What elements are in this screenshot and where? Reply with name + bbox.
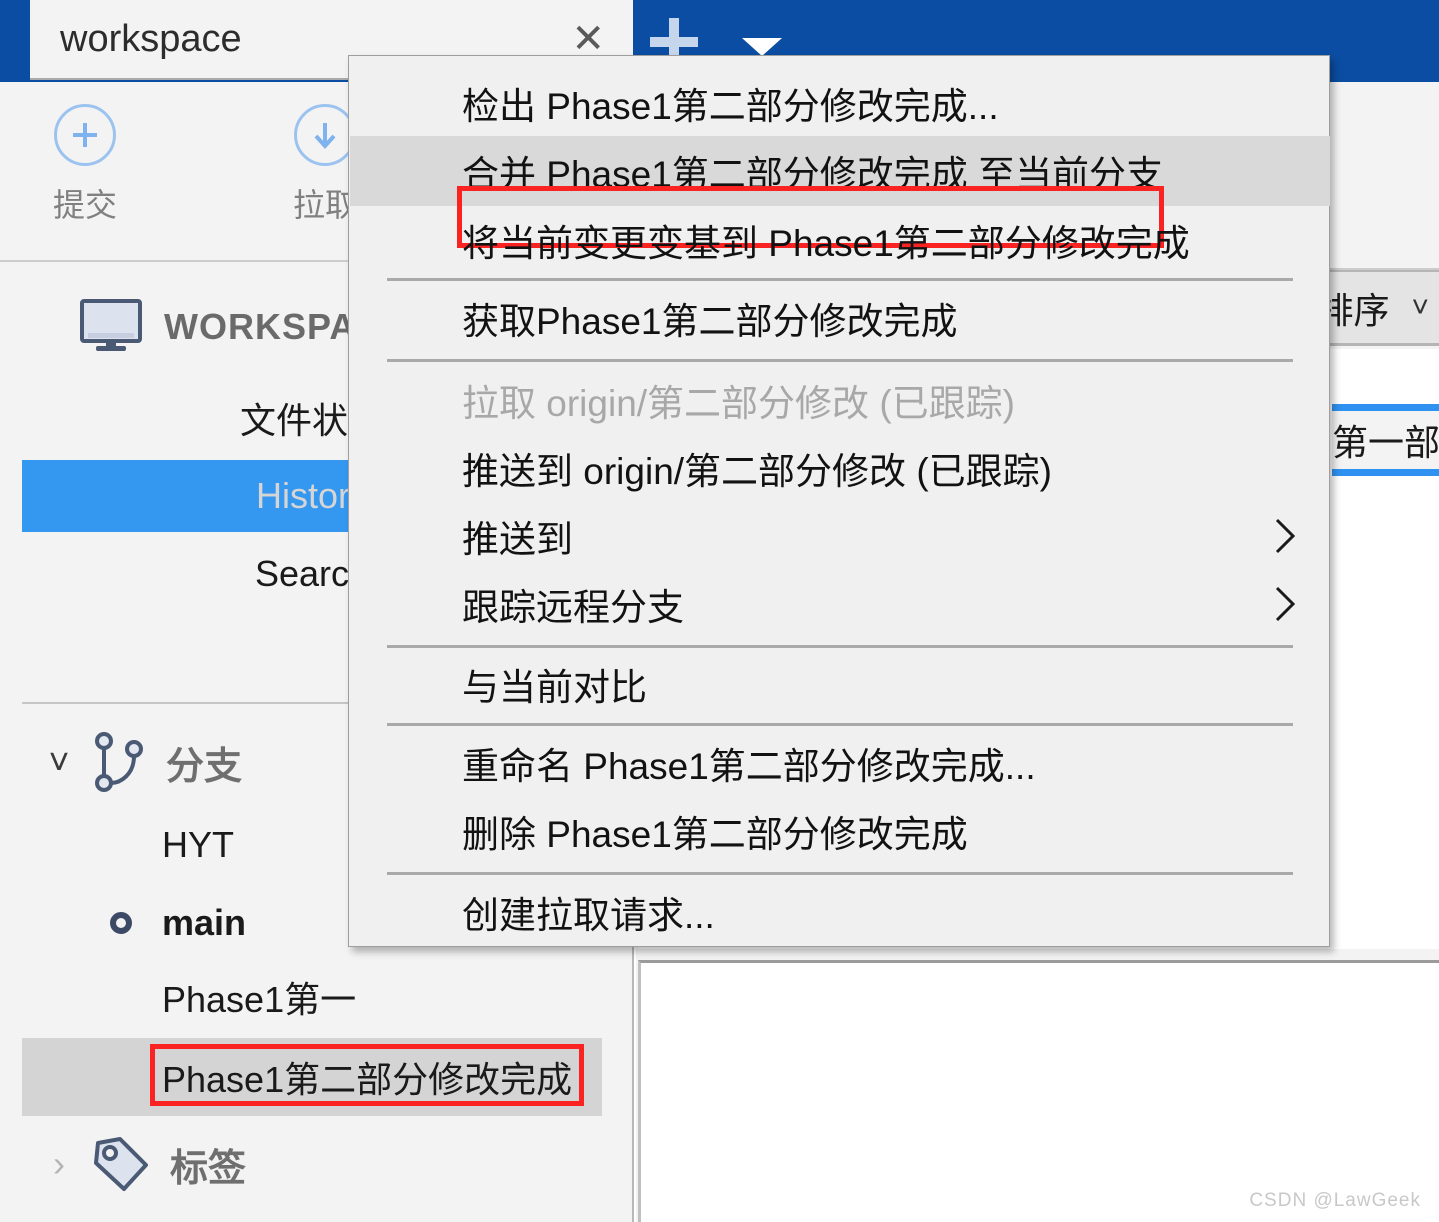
tags-section-header[interactable]: › 标签 — [0, 1124, 632, 1204]
list-item-selected[interactable]: 第一部分 — [1332, 404, 1439, 476]
watermark: CSDN @LawGeek — [1249, 1190, 1421, 1211]
plus-circle-icon — [54, 104, 116, 166]
chevron-down-icon: ˅ — [1411, 290, 1429, 324]
menu-item-label: 删除 Phase1第二部分修改完成 — [462, 814, 968, 855]
menu-item-merge[interactable]: 合并 Phase1第二部分修改完成 至当前分支 — [350, 136, 1330, 206]
menu-item-label: 获取Phase1第二部分修改完成 — [462, 301, 958, 342]
branch-context-menu: 检出 Phase1第二部分修改完成... 合并 Phase1第二部分修改完成 至… — [348, 55, 1330, 947]
tab-label: workspace — [60, 17, 242, 60]
menu-separator — [387, 872, 1293, 875]
commit-button[interactable]: 提交 — [0, 104, 170, 226]
menu-item-label: 创建拉取请求... — [462, 895, 715, 936]
commit-label: 提交 — [52, 187, 117, 223]
menu-item-label: 推送到 — [462, 519, 573, 560]
menu-item-diff-against-current[interactable]: 与当前对比 — [350, 650, 1330, 718]
menu-item-push-to[interactable]: 推送到 — [350, 502, 1330, 570]
menu-separator — [387, 359, 1293, 362]
chevron-down-icon[interactable]: ˅ — [34, 744, 84, 780]
branches-section-title: 分支 — [166, 745, 243, 788]
menu-item-label: 与当前对比 — [462, 667, 647, 708]
branch-label: Phase1第一 — [162, 979, 357, 1020]
close-icon[interactable]: ✕ — [571, 19, 605, 59]
tag-icon — [90, 1133, 152, 1195]
branch-item-phase1-part1[interactable]: Phase1第一 — [22, 958, 602, 1036]
menu-item-delete[interactable]: 删除 Phase1第二部分修改完成 — [350, 797, 1330, 865]
menu-item-create-pull-request[interactable]: 创建拉取请求... — [350, 878, 1330, 946]
menu-item-label: 合并 Phase1第二部分修改完成 至当前分支 — [462, 154, 1164, 195]
menu-item-checkout[interactable]: 检出 Phase1第二部分修改完成... — [350, 70, 1330, 136]
menu-item-label: 检出 Phase1第二部分修改完成... — [462, 86, 999, 127]
menu-item-pull: 拉取 origin/第二部分修改 (已跟踪) — [350, 366, 1330, 434]
menu-item-label: 拉取 origin/第二部分修改 (已跟踪) — [462, 383, 1015, 424]
chevron-right-icon[interactable]: › — [34, 1146, 84, 1182]
branch-item-phase1-part2[interactable]: Phase1第二部分修改完成 — [22, 1038, 602, 1116]
menu-item-rebase[interactable]: 将当前变更变基到 Phase1第二部分修改完成 — [350, 206, 1330, 274]
menu-item-fetch[interactable]: 获取Phase1第二部分修改完成 — [350, 284, 1330, 352]
menu-item-rename[interactable]: 重命名 Phase1第二部分修改完成... — [350, 729, 1330, 797]
chevron-right-icon — [1274, 517, 1296, 555]
branch-label: Phase1第二部分修改完成 — [162, 1059, 573, 1100]
branch-label: HYT — [162, 824, 234, 865]
chevron-right-icon — [1274, 585, 1296, 623]
menu-item-label: 将当前变更变基到 Phase1第二部分修改完成 — [462, 223, 1190, 264]
monitor-icon — [80, 298, 142, 356]
branch-label: main — [162, 902, 247, 943]
menu-separator — [387, 723, 1293, 726]
detail-pane — [638, 960, 1439, 1222]
list-item-label: 第一部分 — [1332, 422, 1439, 463]
menu-item-push-origin[interactable]: 推送到 origin/第二部分修改 (已跟踪) — [350, 434, 1330, 502]
current-branch-icon — [110, 912, 132, 934]
menu-separator — [387, 278, 1293, 281]
download-circle-icon — [294, 104, 356, 166]
caret-down-icon[interactable] — [742, 38, 782, 56]
branch-icon — [90, 731, 148, 793]
menu-item-track-remote[interactable]: 跟踪远程分支 — [350, 570, 1330, 638]
tags-section-title: 标签 — [170, 1147, 247, 1190]
menu-item-label: 重命名 Phase1第二部分修改完成... — [462, 746, 1036, 787]
application-window: workspace ✕ 排序 ˅ 第一部分 — [0, 0, 1439, 1222]
menu-separator — [387, 645, 1293, 648]
menu-item-label: 推送到 origin/第二部分修改 (已跟踪) — [462, 451, 1052, 492]
menu-item-label: 跟踪远程分支 — [462, 587, 684, 628]
